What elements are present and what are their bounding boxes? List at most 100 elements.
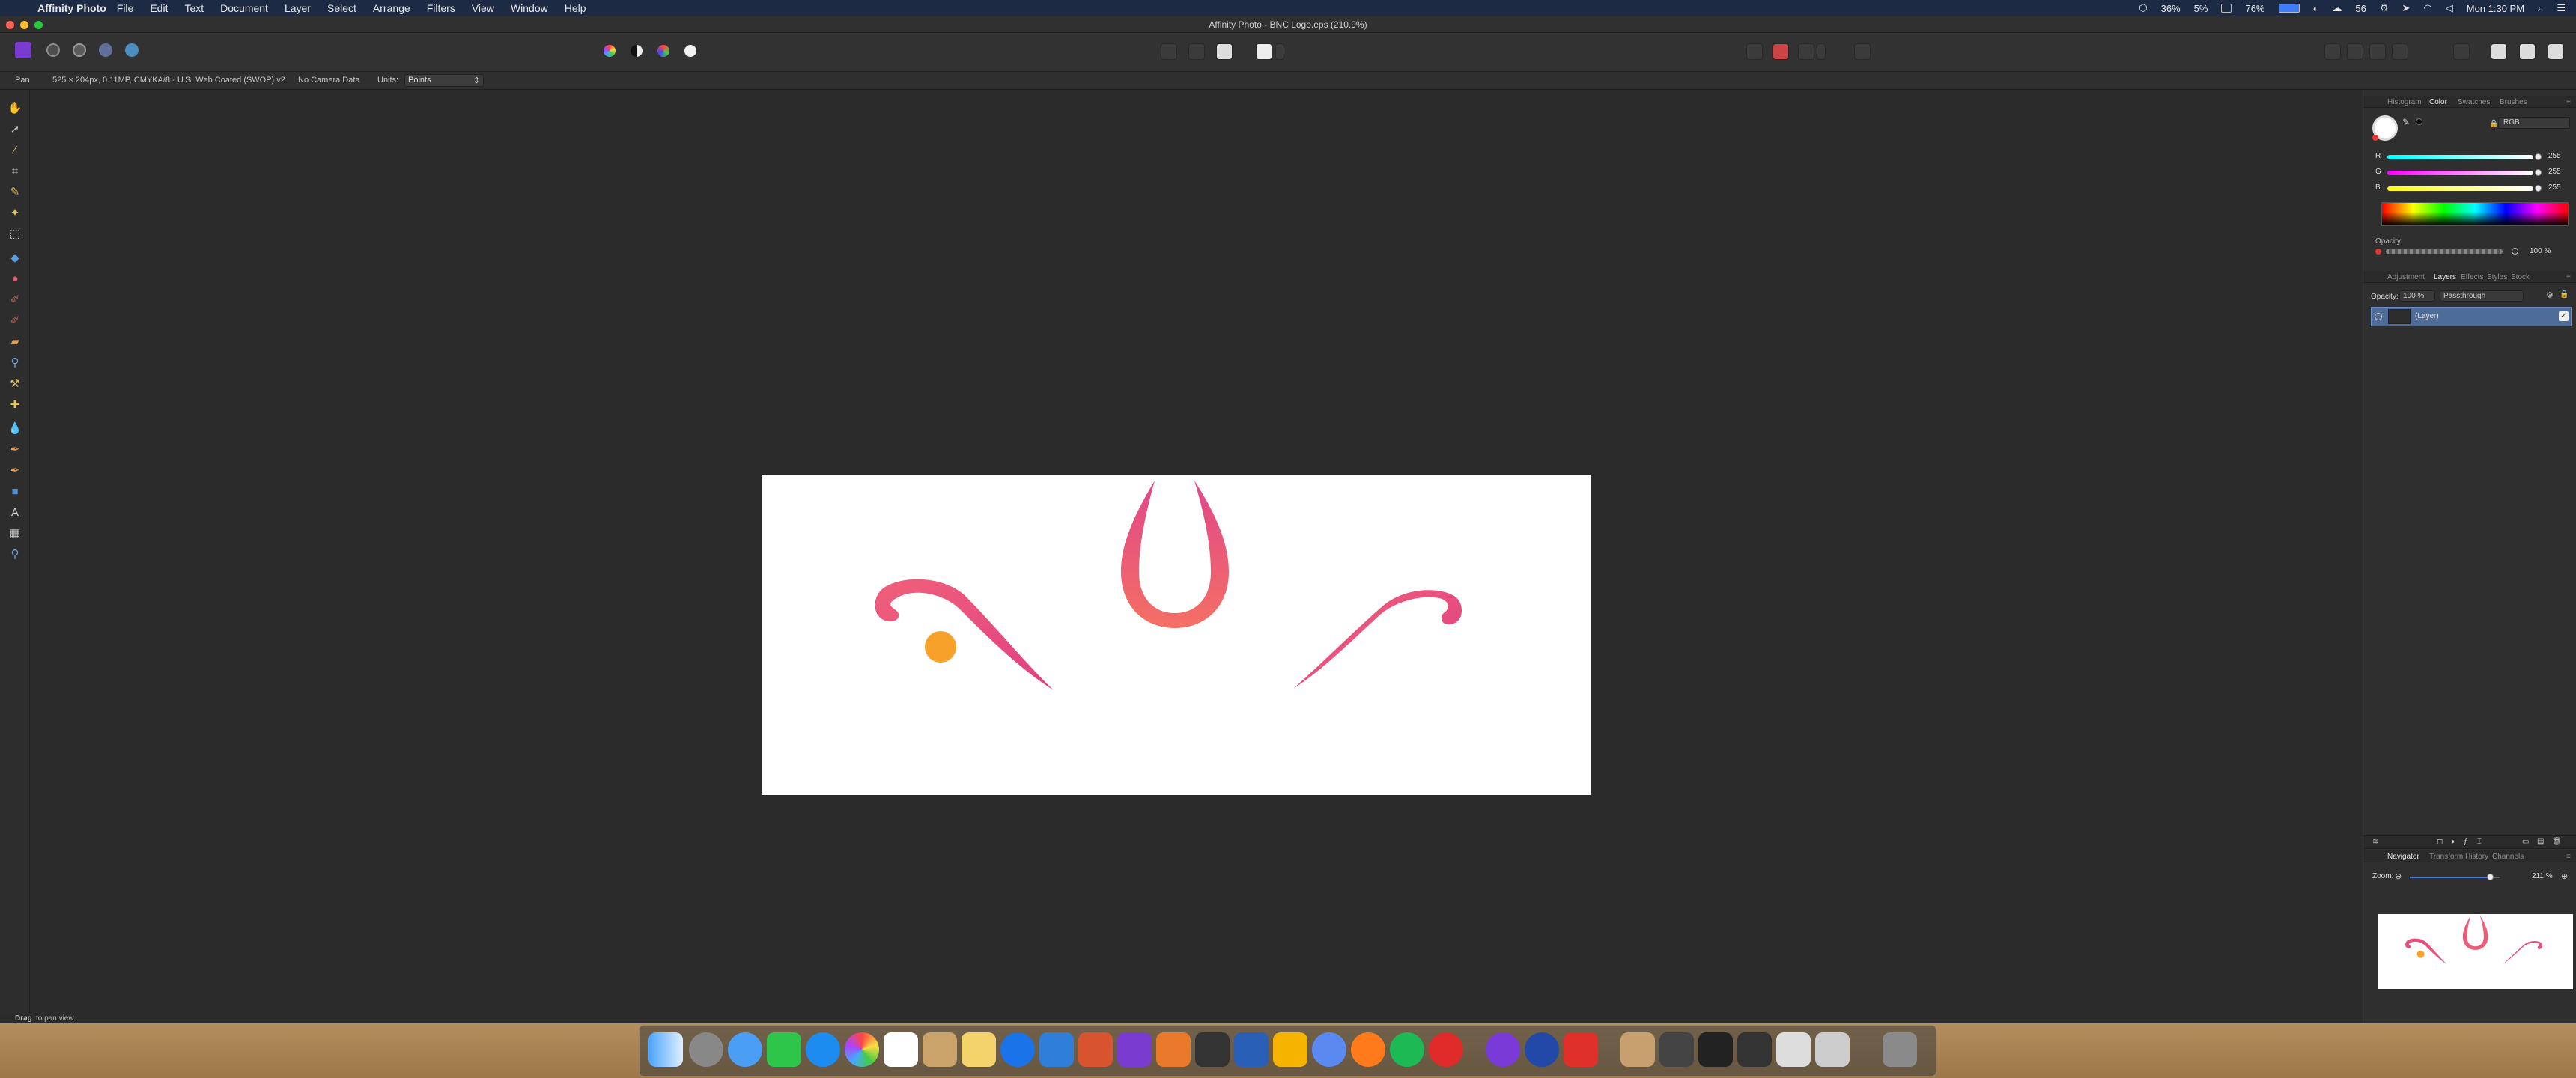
- stack-folder-icon[interactable]: [1659, 1032, 1694, 1067]
- live-filter-icon[interactable]: ƒ: [2464, 838, 2468, 846]
- pixel-layer-icon[interactable]: ⌶: [2477, 838, 2482, 846]
- tone-mapping-persona-icon[interactable]: [99, 43, 112, 57]
- notification-count[interactable]: 56: [2355, 3, 2366, 14]
- tab-brushes[interactable]: Brushes: [2500, 98, 2527, 106]
- eyedropper-icon[interactable]: ✎: [2402, 117, 2410, 127]
- snapping-dropdown-icon[interactable]: [1817, 43, 1826, 60]
- opacity-slider-knob[interactable]: [2512, 248, 2518, 255]
- zoom-value[interactable]: 211 %: [2532, 872, 2553, 880]
- spotify-icon[interactable]: [1390, 1032, 1424, 1067]
- zoom-out-icon[interactable]: ⊖: [2395, 871, 2402, 881]
- arrange-backward-icon[interactable]: [2347, 43, 2363, 60]
- clone-brush-tool-icon[interactable]: ⚒: [7, 376, 23, 392]
- layer-lock-icon[interactable]: 🔒: [2560, 290, 2569, 299]
- volume-icon[interactable]: ◁: [2446, 2, 2453, 14]
- sketch-icon[interactable]: [1273, 1032, 1307, 1067]
- firefox-icon[interactable]: [1351, 1032, 1385, 1067]
- zoom-in-icon[interactable]: ⊕: [2561, 871, 2568, 881]
- navigator-preview[interactable]: [2378, 914, 2573, 989]
- trash-icon[interactable]: [1883, 1032, 1917, 1067]
- tab-layers[interactable]: Layers: [2434, 273, 2456, 281]
- menu-window[interactable]: Window: [511, 2, 548, 14]
- menu-select[interactable]: Select: [327, 2, 356, 14]
- downloads-folder-icon[interactable]: [1620, 1032, 1655, 1067]
- layer-row-selected[interactable]: (Layer) ✓: [2371, 307, 2572, 326]
- snapping-icon[interactable]: [1772, 43, 1789, 60]
- ui-toggle-icon[interactable]: [2491, 43, 2507, 60]
- calendar-icon[interactable]: [884, 1032, 918, 1067]
- green-slider-track[interactable]: [2387, 171, 2533, 175]
- add-layer-icon[interactable]: ▤: [2537, 838, 2544, 846]
- opacity-value[interactable]: 100 %: [2530, 247, 2551, 255]
- menu-filters[interactable]: Filters: [427, 2, 455, 14]
- color-mode-select[interactable]: RGB: [2498, 117, 2570, 129]
- black-swatch-icon[interactable]: [2416, 118, 2422, 125]
- dropbox-icon[interactable]: ⬡: [2139, 2, 2147, 14]
- blur-brush-tool-icon[interactable]: 💧: [7, 421, 23, 437]
- flood-fill-tool-icon[interactable]: ◆: [7, 250, 23, 267]
- facetime-icon[interactable]: [767, 1032, 801, 1067]
- location-icon[interactable]: ➤: [2402, 2, 2410, 14]
- mask-layer-icon[interactable]: ◻: [2437, 838, 2443, 846]
- panel-menu-icon[interactable]: ≡: [2566, 98, 2571, 106]
- document-canvas[interactable]: [762, 475, 1591, 795]
- layers-stack-icon[interactable]: ≋: [2372, 838, 2378, 846]
- panel-menu-icon[interactable]: ≡: [2566, 853, 2571, 861]
- channel-g-value[interactable]: 255: [2548, 168, 2561, 176]
- rectangular-marquee-tool-icon[interactable]: ⬚: [7, 226, 23, 243]
- tab-transform[interactable]: Transform: [2429, 853, 2463, 861]
- minimize-window-button[interactable]: [20, 21, 28, 29]
- auto-levels-icon[interactable]: [604, 45, 616, 57]
- brush-options-icon[interactable]: [1854, 43, 1871, 60]
- clock[interactable]: Mon 1:30 PM: [2467, 3, 2524, 14]
- auto-contrast-icon[interactable]: [631, 45, 643, 57]
- finder-icon[interactable]: [648, 1032, 683, 1067]
- adjustment-layer-icon[interactable]: ◑: [2450, 838, 2455, 846]
- align-icon[interactable]: [2453, 43, 2470, 60]
- no-color-icon[interactable]: [2372, 135, 2378, 141]
- menu-layer[interactable]: Layer: [285, 2, 311, 14]
- healing-brush-tool-icon[interactable]: ✚: [7, 397, 23, 413]
- tab-color[interactable]: Color: [2429, 98, 2447, 106]
- zoom-slider-knob[interactable]: [2487, 874, 2494, 880]
- tab-effects[interactable]: Effects: [2461, 273, 2483, 281]
- tab-history[interactable]: History: [2465, 853, 2488, 861]
- layer-visible-checkbox[interactable]: ✓: [2559, 311, 2569, 321]
- window-thumbnail-icon[interactable]: [1737, 1032, 1772, 1067]
- pen-tool-icon[interactable]: ✒: [7, 442, 23, 458]
- color-picker-tool-icon[interactable]: ⁄: [7, 142, 23, 159]
- control-menu-icon[interactable]: ☰: [2557, 2, 2566, 14]
- photos-icon[interactable]: [845, 1032, 879, 1067]
- dodge-brush-tool-icon[interactable]: ⚲: [7, 355, 23, 371]
- selection-brush-tool-icon[interactable]: ✎: [7, 184, 23, 201]
- blender-icon[interactable]: [1156, 1032, 1191, 1067]
- layer-visibility-icon[interactable]: [2375, 313, 2382, 320]
- arrange-front-icon[interactable]: [2392, 43, 2408, 60]
- reminders-icon[interactable]: [1234, 1032, 1269, 1067]
- menu-arrange[interactable]: Arrange: [373, 2, 410, 14]
- tab-styles[interactable]: Styles: [2487, 273, 2507, 281]
- terminal-window-icon[interactable]: [1698, 1032, 1733, 1067]
- color-spectrum[interactable]: [2381, 202, 2569, 226]
- menu-document[interactable]: Document: [220, 2, 268, 14]
- zoom-window-button[interactable]: [34, 21, 43, 29]
- layer-name[interactable]: (Layer): [2415, 312, 2439, 320]
- battery-status[interactable]: 36%: [2161, 3, 2181, 14]
- channel-r-value[interactable]: 255: [2548, 152, 2561, 160]
- liquify-persona-icon[interactable]: [46, 43, 60, 57]
- tools-toggle-icon[interactable]: [2548, 43, 2564, 60]
- battery-icon[interactable]: [2278, 4, 2300, 13]
- affinity-designer-icon[interactable]: [1039, 1032, 1074, 1067]
- force-pixel-icon[interactable]: [1798, 43, 1814, 60]
- gradient-tool-icon[interactable]: ●: [7, 271, 23, 287]
- view-tool-hand-icon[interactable]: ✋: [7, 100, 23, 117]
- crop-tool-icon[interactable]: ⌗: [7, 163, 23, 180]
- blue-slider-track[interactable]: [2387, 186, 2533, 191]
- color-replacement-tool-icon[interactable]: ✐: [7, 313, 23, 329]
- quick-mask-dropdown-icon[interactable]: [1275, 43, 1284, 60]
- monitor-icon[interactable]: ◐: [2313, 3, 2319, 14]
- quick-mask-icon[interactable]: [1256, 43, 1272, 60]
- layer-settings-icon[interactable]: ⚙: [2546, 290, 2554, 300]
- green-slider-knob[interactable]: [2535, 169, 2542, 176]
- tab-stock[interactable]: Stock: [2511, 273, 2530, 281]
